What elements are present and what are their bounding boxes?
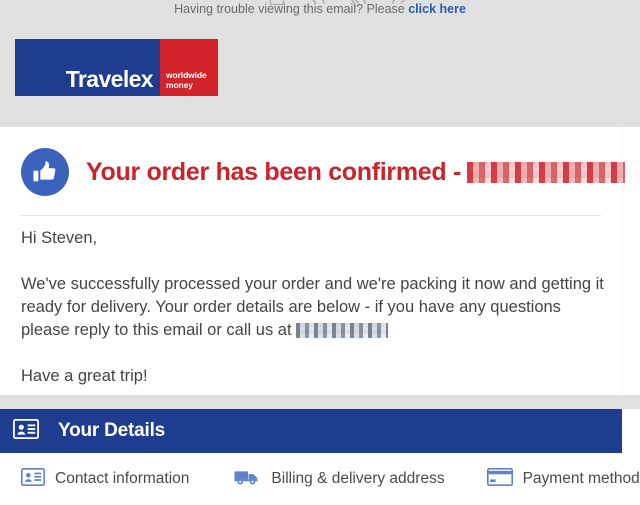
message-card: Your order has been confirmed - Hi Steve… [0, 127, 626, 395]
your-details-section-header: Your Details [0, 409, 622, 453]
credit-card-icon [486, 467, 513, 491]
link-contact-information[interactable]: Contact information [21, 467, 190, 491]
preheader-text: Having trouble viewing this email? Pleas… [174, 2, 409, 16]
thumbs-up-icon [21, 148, 69, 196]
preheader: Having trouble viewing this email? Pleas… [0, 0, 640, 18]
logo-tagline-line2: money [166, 79, 193, 90]
headline-divider [21, 215, 601, 216]
headline-text: Your order has been confirmed - [86, 157, 462, 186]
view-in-browser-link[interactable]: click here [408, 2, 466, 16]
logo-wordmark: Travelex [65, 66, 154, 92]
detail-links-row: Contact information Billing & delivery a… [0, 453, 640, 505]
email-message-page: Having trouble viewing this email? Pleas… [0, 0, 640, 505]
message-body: Hi Steven, We've successfully processed … [21, 227, 610, 388]
logo-tagline-line1: worldwide [166, 70, 207, 80]
link-label: Billing & delivery address [271, 470, 445, 487]
id-card-icon [21, 467, 45, 491]
id-card-icon [12, 418, 40, 444]
link-label: Payment method [522, 470, 640, 487]
redacted-order-number [467, 161, 626, 183]
link-billing-delivery-address[interactable]: Billing & delivery address [233, 468, 445, 491]
section-title: Your Details [58, 420, 166, 441]
headline-row: Your order has been confirmed - [21, 148, 626, 196]
logo-red-block: worldwide money [160, 39, 218, 96]
logo-tagline: worldwide money [166, 70, 207, 90]
greeting-line: Hi Steven, [21, 229, 98, 247]
closing-line: Have a great trip! [21, 367, 148, 385]
travelex-logo: Travelex worldwide money [15, 39, 218, 96]
page-title: Your order has been confirmed - [86, 157, 626, 187]
redacted-phone-number [295, 323, 388, 339]
delivery-truck-icon [233, 468, 261, 491]
section-gap [0, 395, 640, 409]
logo-blue-block: Travelex [15, 39, 160, 96]
link-label: Contact information [55, 470, 190, 487]
email-header-band: Having trouble viewing this email? Pleas… [0, 0, 640, 127]
link-payment-method[interactable]: Payment method [486, 467, 640, 491]
main-paragraph: We've successfully processed your order … [21, 273, 610, 342]
